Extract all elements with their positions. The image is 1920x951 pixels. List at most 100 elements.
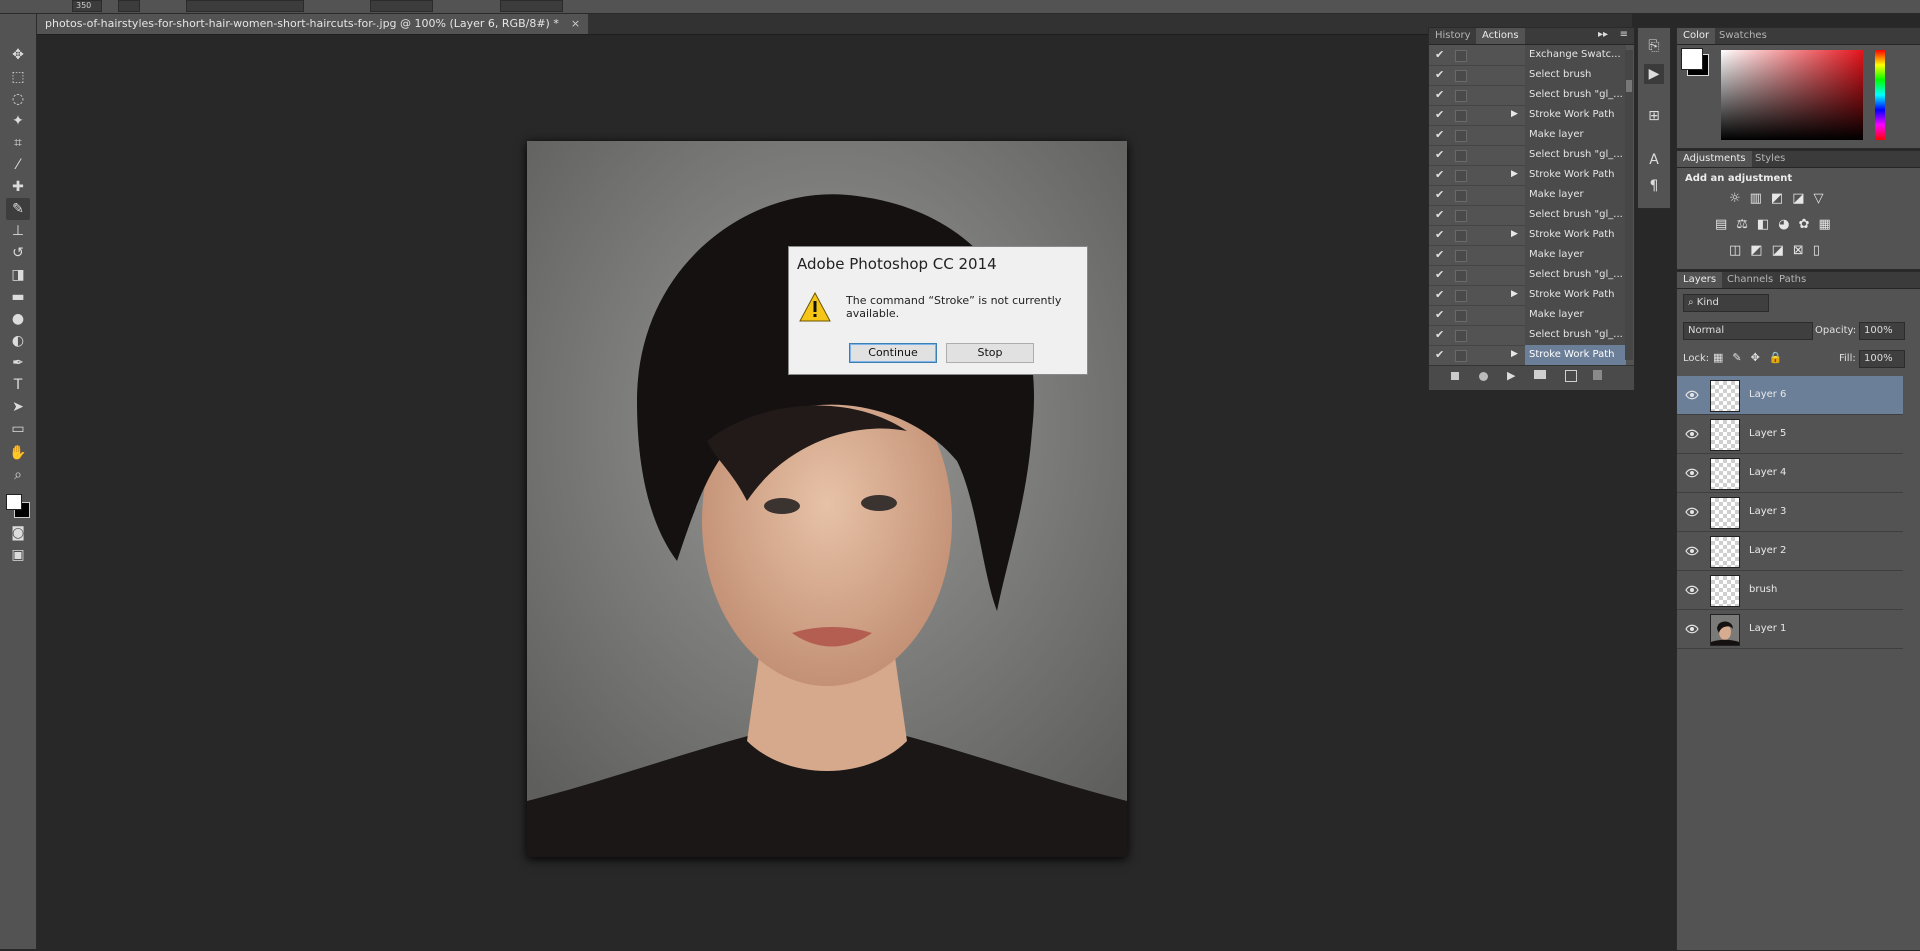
type-icon[interactable]: T [6,374,30,396]
action-row[interactable]: ✔ Select brush "gl_... [1429,85,1626,106]
layer-thumbnail[interactable] [1710,419,1740,451]
action-row[interactable]: ✔ ▶ Stroke Work Path [1429,225,1626,246]
layer-row[interactable]: Layer 1 [1677,610,1903,649]
opacity-field[interactable] [370,0,433,12]
stop-recording-icon[interactable] [1451,372,1459,380]
gradient-icon[interactable]: ▬ [6,286,30,308]
continue-button[interactable]: Continue [849,343,937,363]
action-enabled-check-icon[interactable]: ✔ [1435,48,1444,61]
magic-wand-icon[interactable]: ✦ [6,110,30,132]
dialog-toggle-box[interactable] [1455,250,1467,262]
adjustment-row-3[interactable]: ◫◩◪⊠▯ [1729,243,1879,258]
action-enabled-check-icon[interactable]: ✔ [1435,88,1444,101]
action-row[interactable]: ✔ ▶ Stroke Work Path [1429,345,1626,366]
expand-triangle-icon[interactable]: ▶ [1511,169,1518,179]
pen-icon[interactable]: ✒ [6,352,30,374]
hue-slider[interactable] [1875,50,1885,140]
action-row[interactable]: ✔ Make layer [1429,185,1626,206]
dialog-toggle-box[interactable] [1455,150,1467,162]
dialog-toggle-box[interactable] [1455,90,1467,102]
layer-row[interactable]: brush [1677,571,1903,610]
action-row[interactable]: ✔ Select brush "gl_... [1429,205,1626,226]
path-selection-icon[interactable]: ➤ [6,396,30,418]
tab-layers[interactable]: Layers [1677,272,1723,288]
action-row[interactable]: ✔ Make layer [1429,305,1626,326]
marquee-icon[interactable]: ⬚ [6,66,30,88]
visibility-eye-icon[interactable] [1685,427,1699,441]
healing-brush-icon[interactable]: ✚ [6,176,30,198]
actions-scroll-thumb[interactable] [1626,80,1632,92]
foreground-color-chip[interactable] [6,494,22,510]
blur-icon[interactable]: ● [6,308,30,330]
adjustment-row-1[interactable]: ☼▥◩◪▽ [1729,191,1879,206]
action-row[interactable]: ✔ Select brush "gl_... [1429,145,1626,166]
visibility-eye-icon[interactable] [1685,388,1699,402]
layer-row[interactable]: Layer 6 [1677,376,1903,415]
action-enabled-check-icon[interactable]: ✔ [1435,168,1444,181]
tab-channels[interactable]: Channels [1721,272,1779,288]
action-enabled-check-icon[interactable]: ✔ [1435,248,1444,261]
action-enabled-check-icon[interactable]: ✔ [1435,268,1444,281]
panel-menu-icon[interactable]: ≡ [1620,29,1628,40]
action-row[interactable]: ✔ Exchange Swatc... [1429,45,1626,66]
action-enabled-check-icon[interactable]: ✔ [1435,128,1444,141]
close-tab-icon[interactable]: × [571,17,580,30]
actions-scrollbar[interactable] [1625,50,1633,360]
dialog-toggle-box[interactable] [1455,270,1467,282]
dialog-toggle-box[interactable] [1455,70,1467,82]
rectangle-icon[interactable]: ▭ [6,418,30,440]
brush-panel-toggle[interactable] [118,0,140,12]
expand-triangle-icon[interactable]: ▶ [1511,289,1518,299]
zoom-icon[interactable]: ⌕ [6,464,30,486]
action-row[interactable]: ✔ ▶ Stroke Work Path [1429,105,1626,126]
action-enabled-check-icon[interactable]: ✔ [1435,288,1444,301]
action-enabled-check-icon[interactable]: ✔ [1435,148,1444,161]
dialog-toggle-box[interactable] [1455,230,1467,242]
tab-adjustments[interactable]: Adjustments [1677,151,1752,167]
action-enabled-check-icon[interactable]: ✔ [1435,108,1444,121]
mode-dropdown[interactable] [186,0,304,12]
fill-input[interactable]: 100% [1859,350,1905,368]
action-enabled-check-icon[interactable]: ✔ [1435,348,1444,361]
layer-row[interactable]: Layer 5 [1677,415,1903,454]
visibility-eye-icon[interactable] [1685,505,1699,519]
action-row[interactable]: ✔ Select brush "gl_... [1429,325,1626,346]
dialog-toggle-box[interactable] [1455,350,1467,362]
action-enabled-check-icon[interactable]: ✔ [1435,68,1444,81]
action-enabled-check-icon[interactable]: ✔ [1435,208,1444,221]
foreground-color-swatch[interactable] [1681,48,1703,70]
layer-thumbnail[interactable] [1710,497,1740,529]
flow-field[interactable] [500,0,563,12]
dialog-toggle-box[interactable] [1455,290,1467,302]
layer-filter-select[interactable]: ⌕ Kind [1683,294,1769,312]
move-icon[interactable]: ✥ [6,44,30,66]
action-row[interactable]: ✔ Make layer [1429,245,1626,266]
action-row[interactable]: ✔ Select brush [1429,65,1626,86]
opacity-input[interactable]: 100% [1859,322,1905,340]
dialog-toggle-box[interactable] [1455,330,1467,342]
dodge-icon[interactable]: ◐ [6,330,30,352]
info-panel-icon[interactable]: ⊞ [1644,106,1664,126]
layer-row[interactable]: Layer 3 [1677,493,1903,532]
visibility-eye-icon[interactable] [1685,544,1699,558]
history-brush-icon[interactable]: ↺ [6,242,30,264]
history-panel-icon[interactable]: ⎘ [1644,36,1664,56]
quick-mask-icon[interactable]: ◙ [6,522,30,544]
new-set-icon[interactable] [1534,370,1546,379]
layer-row[interactable]: Layer 4 [1677,454,1903,493]
stop-button[interactable]: Stop [946,343,1034,363]
crop-icon[interactable]: ⌗ [6,132,30,154]
action-enabled-check-icon[interactable]: ✔ [1435,228,1444,241]
delete-icon[interactable] [1593,370,1602,380]
layer-row[interactable]: Layer 2 [1677,532,1903,571]
layer-thumbnail-photo[interactable] [1710,614,1740,646]
color-spectrum[interactable] [1721,50,1863,140]
panel-collapse-icon[interactable]: ▸▸ [1598,29,1608,40]
layer-thumbnail[interactable] [1710,575,1740,607]
new-action-icon[interactable] [1565,370,1577,382]
tab-paths[interactable]: Paths [1773,272,1812,288]
dialog-toggle-box[interactable] [1455,110,1467,122]
document-tab[interactable]: photos-of-hairstyles-for-short-hair-wome… [37,14,589,34]
clone-stamp-icon[interactable]: ⊥ [6,220,30,242]
brush-icon[interactable]: ✎ [6,198,30,220]
